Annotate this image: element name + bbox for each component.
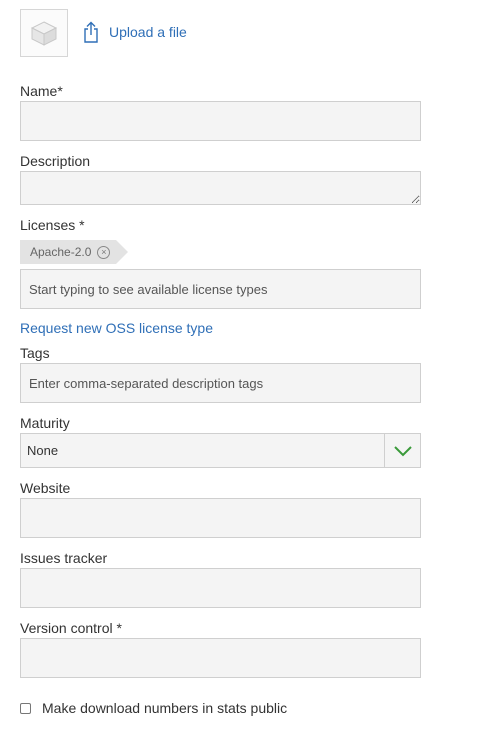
name-label: Name* [20,83,63,99]
name-input[interactable] [20,101,421,141]
tags-label: Tags [20,345,50,361]
request-license-link[interactable]: Request new OSS license type [20,320,213,336]
maturity-label: Maturity [20,415,70,431]
tags-input[interactable] [20,363,421,403]
stats-public-row[interactable]: Make download numbers in stats public [20,699,287,717]
license-tag-chip: Apache-2.0 × [20,240,129,264]
upload-icon [84,21,98,43]
license-search-input[interactable] [20,269,421,309]
description-label: Description [20,153,91,169]
stats-public-checkbox[interactable] [20,702,31,714]
package-thumbnail [20,9,68,57]
package-placeholder-icon [30,21,58,46]
package-form: Upload a file Name* Description Licenses… [0,0,478,741]
stats-public-label: Make download numbers in stats public [42,700,288,716]
maturity-select[interactable]: None [20,433,421,468]
version-control-label: Version control * [20,620,122,636]
description-textarea[interactable] [20,171,421,205]
upload-file-label: Upload a file [109,24,187,40]
chevron-down-icon [393,445,412,456]
maturity-dropdown-button[interactable] [384,434,420,467]
licenses-label: Licenses * [20,217,85,233]
version-control-input[interactable] [20,638,421,678]
maturity-selected-value: None [27,443,59,458]
remove-tag-icon[interactable]: × [97,245,111,259]
upload-file-link[interactable]: Upload a file [83,17,187,47]
issues-tracker-label: Issues tracker [20,550,108,566]
website-input[interactable] [20,498,421,538]
website-label: Website [20,480,71,496]
license-tag-text: Apache-2.0 [30,245,92,259]
issues-tracker-input[interactable] [20,568,421,608]
